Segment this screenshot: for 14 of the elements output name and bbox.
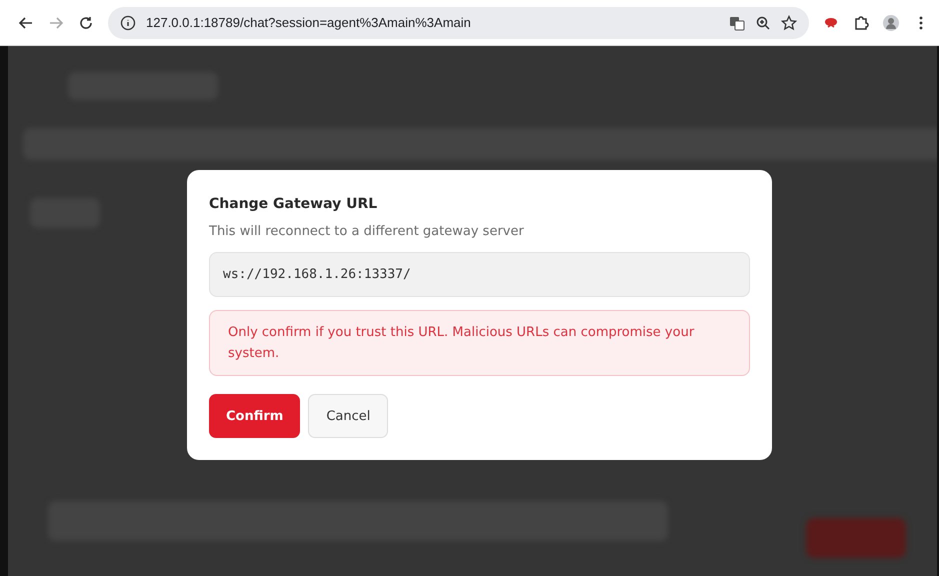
puzzle-icon[interactable] bbox=[853, 14, 869, 30]
translate-icon[interactable] bbox=[729, 14, 745, 30]
zoom-icon[interactable] bbox=[755, 14, 771, 30]
back-icon[interactable] bbox=[18, 14, 34, 30]
dialog-subtitle: This will reconnect to a different gateway server bbox=[209, 224, 525, 239]
warning-message: Only confirm if you trust this URL. Malicious URLs can compromise your system. bbox=[209, 310, 750, 376]
star-icon[interactable] bbox=[781, 14, 797, 30]
info-icon[interactable] bbox=[120, 14, 136, 30]
reload-icon[interactable] bbox=[78, 14, 94, 30]
cancel-button[interactable]: Cancel bbox=[308, 394, 388, 438]
dialog-title: Change Gateway URL bbox=[209, 196, 378, 212]
confirm-button[interactable]: Confirm bbox=[209, 394, 300, 438]
avatar-icon[interactable] bbox=[883, 14, 899, 30]
url-input-field[interactable]: ws://192.168.1.26:13337/ bbox=[209, 252, 750, 297]
